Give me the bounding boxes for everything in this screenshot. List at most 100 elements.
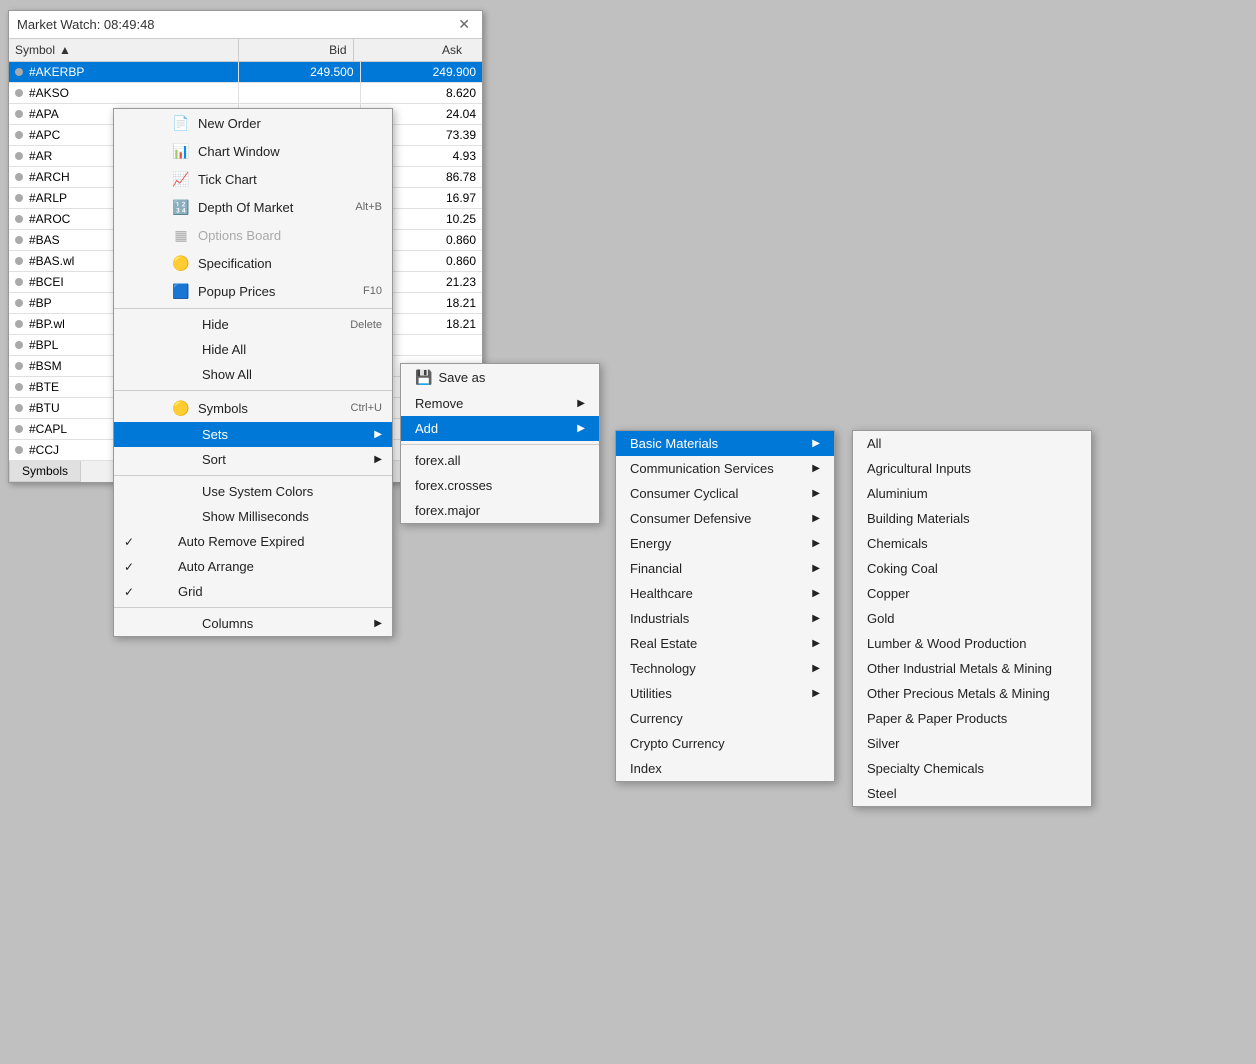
- symbol-text: #ARLP: [29, 191, 67, 205]
- menu-item-icon: ▦: [172, 226, 190, 244]
- bm-item-label: Specialty Chemicals: [867, 761, 984, 776]
- status-dot: [15, 299, 23, 307]
- category-item-crypto-currency[interactable]: Crypto Currency: [616, 731, 834, 756]
- bid-cell: [239, 83, 361, 103]
- bm-item-paper---paper-products[interactable]: Paper & Paper Products: [853, 706, 1091, 731]
- remove-item[interactable]: Remove ▶: [401, 391, 599, 416]
- menu-item-specification[interactable]: 🟡Specification: [114, 249, 392, 277]
- status-dot: [15, 68, 23, 76]
- symbol-text: #APC: [29, 128, 60, 142]
- menu-item-hide-all[interactable]: Hide All: [114, 337, 392, 362]
- bm-item-gold[interactable]: Gold: [853, 606, 1091, 631]
- bm-item-chemicals[interactable]: Chemicals: [853, 531, 1091, 556]
- menu-item-sort[interactable]: Sort ▶: [114, 447, 392, 472]
- menu-separator: [114, 475, 392, 476]
- bid-cell: 249.500: [239, 62, 361, 82]
- menu-item-label: Columns: [202, 616, 253, 631]
- bid-header[interactable]: Bid: [239, 39, 354, 61]
- bm-item-agricultural-inputs[interactable]: Agricultural Inputs: [853, 456, 1091, 481]
- status-dot: [15, 89, 23, 97]
- bm-item-silver[interactable]: Silver: [853, 731, 1091, 756]
- symbol-header[interactable]: Symbol ▲: [9, 39, 239, 61]
- category-item-communication-services[interactable]: Communication Services▶: [616, 456, 834, 481]
- category-item-currency[interactable]: Currency: [616, 706, 834, 731]
- category-item-basic-materials[interactable]: Basic Materials▶: [616, 431, 834, 456]
- menu-item-hide[interactable]: HideDelete: [114, 312, 392, 337]
- category-label: Utilities: [630, 686, 672, 701]
- status-dot: [15, 278, 23, 286]
- bm-item-copper[interactable]: Copper: [853, 581, 1091, 606]
- bm-item-other-precious-metals---mining[interactable]: Other Precious Metals & Mining: [853, 681, 1091, 706]
- market-row[interactable]: #AKSO8.620: [9, 83, 482, 104]
- bm-item-label: Gold: [867, 611, 894, 626]
- menu-item-label: Depth Of Market: [198, 200, 293, 215]
- bm-item-other-industrial-metals---mining[interactable]: Other Industrial Metals & Mining: [853, 656, 1091, 681]
- symbol-text: #AROC: [29, 212, 70, 226]
- bm-item-building-materials[interactable]: Building Materials: [853, 506, 1091, 531]
- category-label: Consumer Defensive: [630, 511, 751, 526]
- category-item-consumer-defensive[interactable]: Consumer Defensive▶: [616, 506, 834, 531]
- symbol-text: #BTE: [29, 380, 59, 394]
- ask-header[interactable]: Ask: [354, 39, 469, 61]
- category-item-real-estate[interactable]: Real Estate ▶: [616, 631, 834, 656]
- category-item-utilities[interactable]: Utilities▶: [616, 681, 834, 706]
- symbol-text: #CAPL: [29, 422, 67, 436]
- menu-item-show-milliseconds[interactable]: Show Milliseconds: [114, 504, 392, 529]
- bm-item-coking-coal[interactable]: Coking Coal: [853, 556, 1091, 581]
- bm-item-label: Building Materials: [867, 511, 970, 526]
- add-item[interactable]: Add ▶: [401, 416, 599, 441]
- close-button[interactable]: ✕: [454, 16, 474, 33]
- bm-item-aluminium[interactable]: Aluminium: [853, 481, 1091, 506]
- category-label: Crypto Currency: [630, 736, 725, 751]
- category-item-healthcare[interactable]: Healthcare▶: [616, 581, 834, 606]
- bm-item-specialty-chemicals[interactable]: Specialty Chemicals: [853, 756, 1091, 781]
- submenu-arrow: ▶: [374, 618, 382, 629]
- save-as-item[interactable]: 💾 Save as: [401, 364, 599, 391]
- bm-item-lumber---wood-production[interactable]: Lumber & Wood Production: [853, 631, 1091, 656]
- forex-all-item[interactable]: forex.all: [401, 448, 599, 473]
- bm-item-steel[interactable]: Steel: [853, 781, 1091, 806]
- category-label: Technology: [630, 661, 696, 676]
- menu-item-options-board: ▦Options Board: [114, 221, 392, 249]
- menu-item-depth-of-market[interactable]: 🔢Depth Of MarketAlt+B: [114, 193, 392, 221]
- menu-item-chart-window[interactable]: 📊Chart Window: [114, 137, 392, 165]
- menu-item-auto-arrange[interactable]: Auto Arrange: [114, 554, 392, 579]
- market-row[interactable]: #AKERBP249.500249.900: [9, 62, 482, 83]
- category-item-financial[interactable]: Financial▶: [616, 556, 834, 581]
- menu-item-tick-chart[interactable]: 📈Tick Chart: [114, 165, 392, 193]
- menu-item-columns[interactable]: Columns ▶: [114, 611, 392, 636]
- symbol-text: #ARCH: [29, 170, 70, 184]
- symbol-text: #BCEI: [29, 275, 64, 289]
- category-item-consumer-cyclical[interactable]: Consumer Cyclical▶: [616, 481, 834, 506]
- save-icon: 💾: [415, 369, 432, 386]
- forex-major-item[interactable]: forex.major: [401, 498, 599, 523]
- menu-item-use-system-colors[interactable]: Use System Colors: [114, 479, 392, 504]
- menu-shortcut: Delete: [350, 319, 382, 331]
- category-label: Financial: [630, 561, 682, 576]
- menu-separator: [114, 308, 392, 309]
- forex-crosses-item[interactable]: forex.crosses: [401, 473, 599, 498]
- symbol-text: #AKSO: [29, 86, 69, 100]
- menu-item-show-all[interactable]: Show All: [114, 362, 392, 387]
- symbol-text: #BAS.wl: [29, 254, 74, 268]
- menu-item-sets[interactable]: Sets▶: [114, 422, 392, 447]
- submenu-arrow: ▶: [792, 638, 820, 649]
- category-item-index[interactable]: Index: [616, 756, 834, 781]
- category-item-industrials[interactable]: Industrials▶: [616, 606, 834, 631]
- bm-item-label: Aluminium: [867, 486, 928, 501]
- category-item-energy[interactable]: Energy▶: [616, 531, 834, 556]
- menu-item-grid[interactable]: Grid: [114, 579, 392, 604]
- submenu-arrow: ▶: [374, 454, 382, 465]
- category-item-technology[interactable]: Technology▶: [616, 656, 834, 681]
- status-dot: [15, 173, 23, 181]
- bm-item-all[interactable]: All: [853, 431, 1091, 456]
- category-label: Real Estate: [630, 636, 697, 651]
- menu-item-symbols[interactable]: 🟡SymbolsCtrl+U: [114, 394, 392, 422]
- menu-item-label: Sort: [202, 452, 226, 467]
- menu-item-auto-remove-expired[interactable]: Auto Remove Expired: [114, 529, 392, 554]
- symbols-tab[interactable]: Symbols: [9, 461, 81, 482]
- menu-item-popup-prices[interactable]: 🟦Popup PricesF10: [114, 277, 392, 305]
- status-dot: [15, 404, 23, 412]
- menu-item-new-order[interactable]: 📄New Order: [114, 109, 392, 137]
- menu-shortcut: Alt+B: [355, 201, 382, 213]
